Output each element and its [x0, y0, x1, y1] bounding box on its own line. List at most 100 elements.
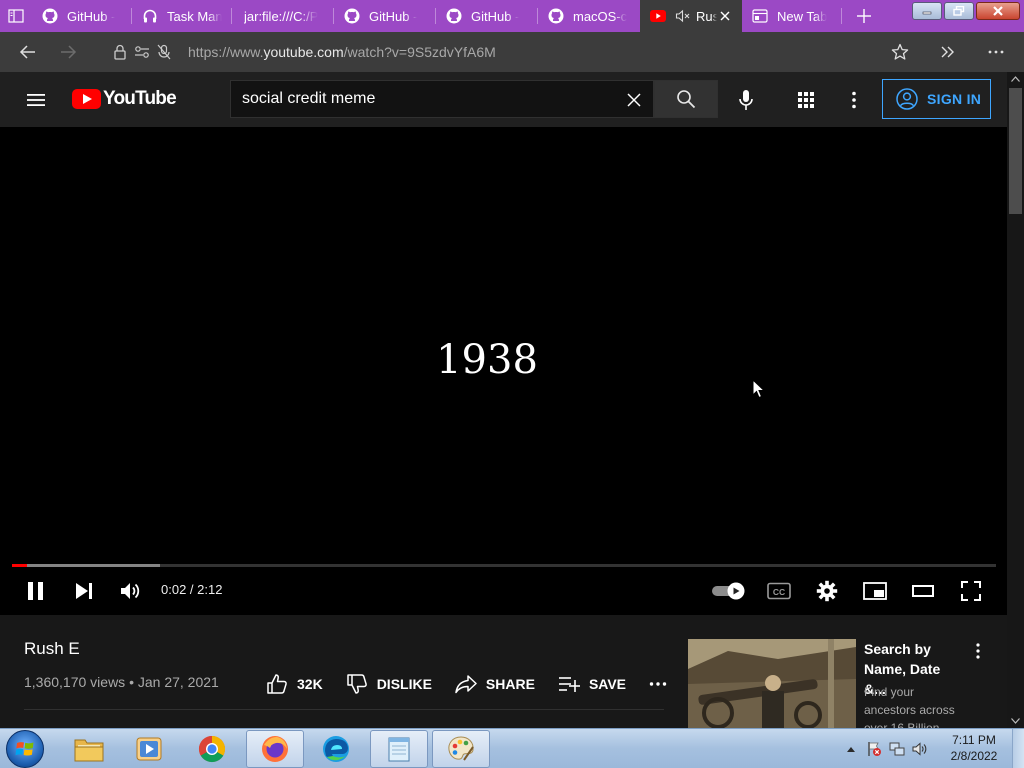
volume-icon [121, 583, 140, 599]
video-title: Rush E [24, 639, 80, 658]
voice-search-button[interactable] [728, 82, 764, 118]
browser-tab[interactable]: Task Man [132, 0, 232, 32]
apps-grid-icon [798, 92, 814, 108]
favorite-button[interactable] [880, 32, 920, 72]
browser-tab[interactable]: New Tab [742, 0, 842, 32]
windows-taskbar: 7:11 PM 2/8/2022 [0, 728, 1024, 768]
progress-buffered [12, 564, 160, 567]
volume-tray-icon[interactable] [911, 740, 929, 758]
time-display: 0:02 / 2:12 [161, 582, 223, 597]
taskbar-media-player[interactable] [120, 730, 178, 768]
share-arrow-icon [454, 672, 478, 696]
next-button[interactable] [66, 573, 102, 609]
star-icon [891, 43, 909, 60]
tab-muted-speaker-icon[interactable] [675, 8, 691, 24]
microphone-icon [739, 90, 753, 110]
show-hidden-icons-button[interactable] [842, 740, 860, 758]
taskbar-firefox[interactable] [246, 730, 304, 768]
network-icon[interactable] [888, 740, 906, 758]
minimize-button[interactable] [912, 2, 942, 20]
address-bar[interactable]: https://www.youtube.com/watch?v=9S5zdvYf… [112, 37, 932, 67]
youtube-logo[interactable]: YouTube [72, 88, 177, 109]
clear-search-icon[interactable] [623, 89, 645, 111]
page-scrollbar[interactable] [1007, 72, 1024, 728]
restore-button[interactable] [944, 2, 974, 20]
start-button[interactable] [6, 730, 44, 768]
action-center-flag-icon[interactable] [865, 740, 883, 758]
miniplayer-button[interactable] [857, 573, 893, 609]
github-icon [42, 8, 58, 24]
browser-menu-button[interactable] [976, 32, 1016, 72]
forward-button[interactable] [48, 32, 88, 72]
lock-icon[interactable] [112, 44, 128, 60]
close-tab-icon[interactable] [717, 8, 732, 24]
scroll-down-icon[interactable] [1007, 714, 1024, 728]
url-text: https://www.youtube.com/watch?v=9S5zdvYf… [188, 44, 496, 60]
more-vertical-icon [976, 643, 980, 659]
subtitles-button[interactable]: CC [761, 573, 797, 609]
tab-separator [841, 8, 842, 24]
browser-tab[interactable]: GitHub - [32, 0, 132, 32]
guide-menu-button[interactable] [20, 84, 52, 116]
ad-thumbnail[interactable] [688, 639, 856, 729]
taskbar-file-explorer[interactable] [60, 730, 118, 768]
window-controls [912, 2, 1020, 20]
save-button[interactable]: SAVE [557, 672, 626, 696]
restore-icon [953, 6, 965, 16]
pause-button[interactable] [18, 573, 54, 609]
settings-more-button[interactable] [838, 84, 870, 116]
browser-toolbar: https://www.youtube.com/watch?v=9S5zdvYf… [0, 32, 1024, 72]
tab-actions-menu-button[interactable] [0, 0, 32, 32]
new-tab-button[interactable] [846, 0, 882, 32]
close-icon [993, 6, 1003, 16]
like-button[interactable]: 32K [265, 672, 323, 696]
site-permissions-icon[interactable] [134, 44, 150, 60]
arrow-left-icon [19, 45, 35, 59]
new-tab-page-icon [752, 8, 768, 24]
share-button[interactable]: SHARE [454, 672, 535, 696]
mouse-pointer-icon [752, 379, 766, 399]
thumbs-up-icon [265, 672, 289, 696]
muted-microphone-icon[interactable] [156, 44, 172, 60]
firefox-icon [262, 736, 288, 762]
ad-menu-button[interactable] [968, 641, 988, 661]
search-button[interactable] [654, 80, 718, 118]
url-prefix: https://www. [188, 44, 264, 60]
media-player-icon [136, 737, 162, 761]
paint-palette-icon [448, 736, 474, 761]
settings-button[interactable] [809, 573, 845, 609]
browser-tab[interactable]: jar:file:///C:/P [232, 0, 334, 32]
pause-icon [28, 582, 43, 600]
scrollbar-thumb[interactable] [1009, 88, 1022, 214]
more-actions-button[interactable] [644, 670, 672, 698]
close-window-button[interactable] [976, 2, 1020, 20]
video-player[interactable]: 1938 0:02 / 2:12 CC [0, 127, 1007, 615]
dislike-button[interactable]: DISLIKE [345, 672, 432, 696]
back-button[interactable] [8, 32, 48, 72]
search-input[interactable] [242, 90, 612, 108]
theater-mode-icon [912, 585, 934, 597]
extensions-overflow-button[interactable] [928, 32, 968, 72]
scroll-up-icon[interactable] [1007, 72, 1024, 86]
tab-title: New Tab [777, 8, 828, 24]
progress-bar[interactable] [12, 564, 996, 567]
mute-button[interactable] [113, 573, 149, 609]
sidebar-ad-card[interactable]: Search by Name, Date &... Find your ance… [688, 639, 988, 729]
browser-tab[interactable]: GitHub - [436, 0, 538, 32]
plus-icon [857, 9, 871, 23]
sign-in-button[interactable]: SIGN IN [882, 79, 991, 119]
youtube-apps-button[interactable] [790, 84, 822, 116]
gear-icon [816, 580, 838, 602]
taskbar-chrome[interactable] [183, 730, 241, 768]
browser-tab-active[interactable]: Rus [640, 0, 742, 32]
fullscreen-button[interactable] [953, 573, 989, 609]
taskbar-clock[interactable]: 7:11 PM 2/8/2022 [942, 732, 1006, 764]
show-desktop-button[interactable] [1012, 729, 1024, 768]
browser-tab[interactable]: GitHub - [334, 0, 436, 32]
browser-tab[interactable]: macOS-c [538, 0, 640, 32]
taskbar-paint[interactable] [432, 730, 490, 768]
taskbar-notepad[interactable] [370, 730, 428, 768]
theater-mode-button[interactable] [905, 573, 941, 609]
taskbar-edge[interactable] [307, 730, 365, 768]
autoplay-toggle[interactable] [710, 581, 746, 601]
